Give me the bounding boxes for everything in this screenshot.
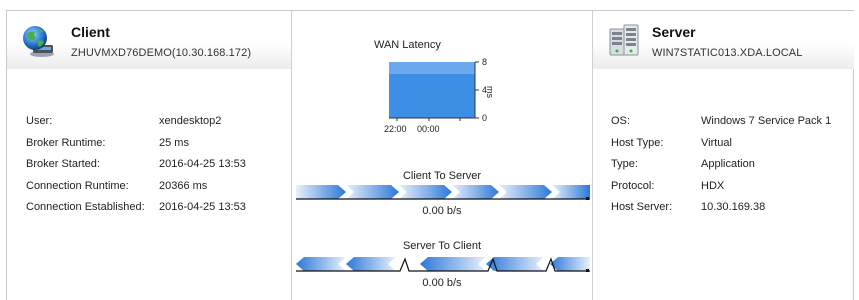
server-to-client-flow-bar: [296, 257, 590, 272]
server-type-label: Type:: [611, 158, 638, 170]
server-to-client-title: Server To Client: [402, 240, 482, 252]
server-type-value: Application: [701, 158, 755, 170]
client-connection-established-value: 2016-04-25 13:53: [159, 201, 246, 213]
server-protocol-label: Protocol:: [611, 180, 655, 192]
server-rack-icon: [606, 23, 642, 59]
server-host-server-label: Host Server:: [611, 201, 673, 213]
client-to-server-value: 0.00 b/s: [422, 205, 462, 217]
server-title: Server: [652, 24, 696, 40]
server-to-client-value: 0.00 b/s: [422, 277, 462, 289]
wan-ytick-0: 0: [482, 113, 487, 123]
server-host-type-value: Virtual: [701, 137, 732, 149]
client-broker-runtime-label: Broker Runtime:: [26, 137, 106, 149]
server-host-server-value: 10.30.169.38: [701, 201, 766, 213]
client-user-value: xendesktop2: [159, 115, 222, 127]
client-broker-started-value: 2016-04-25 13:53: [159, 158, 246, 170]
globe-computer-icon: [20, 23, 56, 59]
server-os-label: OS:: [611, 115, 630, 127]
client-title: Client: [71, 24, 110, 40]
wan-latency-band: [389, 62, 475, 74]
network-panel: WAN Latency 8 4 0 ms 22:00 00:00 Client …: [292, 11, 592, 300]
server-os-value: Windows 7 Service Pack 1: [701, 115, 832, 127]
wan-xtick-0000: 00:00: [417, 124, 440, 134]
client-connection-runtime-value: 20366 ms: [159, 180, 208, 192]
client-broker-runtime-value: 25 ms: [159, 137, 189, 149]
wan-xtick-2200: 22:00: [384, 124, 407, 134]
client-connection-established-label: Connection Established:: [26, 201, 145, 213]
server-protocol-value: HDX: [701, 180, 725, 192]
server-subtitle: WIN7STATIC013.XDA.LOCAL: [652, 47, 803, 59]
client-to-server-flow-bar: [296, 185, 590, 200]
client-panel: Client ZHUVMXD76DEMO(10.30.168.172) User…: [7, 11, 292, 300]
client-broker-started-label: Broker Started:: [26, 158, 100, 170]
wan-unit-label: ms: [485, 86, 494, 98]
client-user-label: User:: [26, 115, 53, 127]
wan-ytick-8: 8: [482, 57, 487, 67]
client-connection-runtime-label: Connection Runtime:: [26, 180, 129, 192]
server-host-type-label: Host Type:: [611, 137, 664, 149]
client-subtitle: ZHUVMXD76DEMO(10.30.168.172): [71, 47, 252, 59]
client-to-server-title: Client To Server: [402, 170, 482, 182]
wan-latency-chart: 8 4 0 ms 22:00 00:00: [384, 57, 494, 134]
wan-latency-title: WAN Latency: [374, 39, 441, 51]
session-detail-frame: Client ZHUVMXD76DEMO(10.30.168.172) User…: [6, 10, 854, 300]
server-panel: Server WIN7STATIC013.XDA.LOCAL OS: Windo…: [592, 11, 854, 300]
